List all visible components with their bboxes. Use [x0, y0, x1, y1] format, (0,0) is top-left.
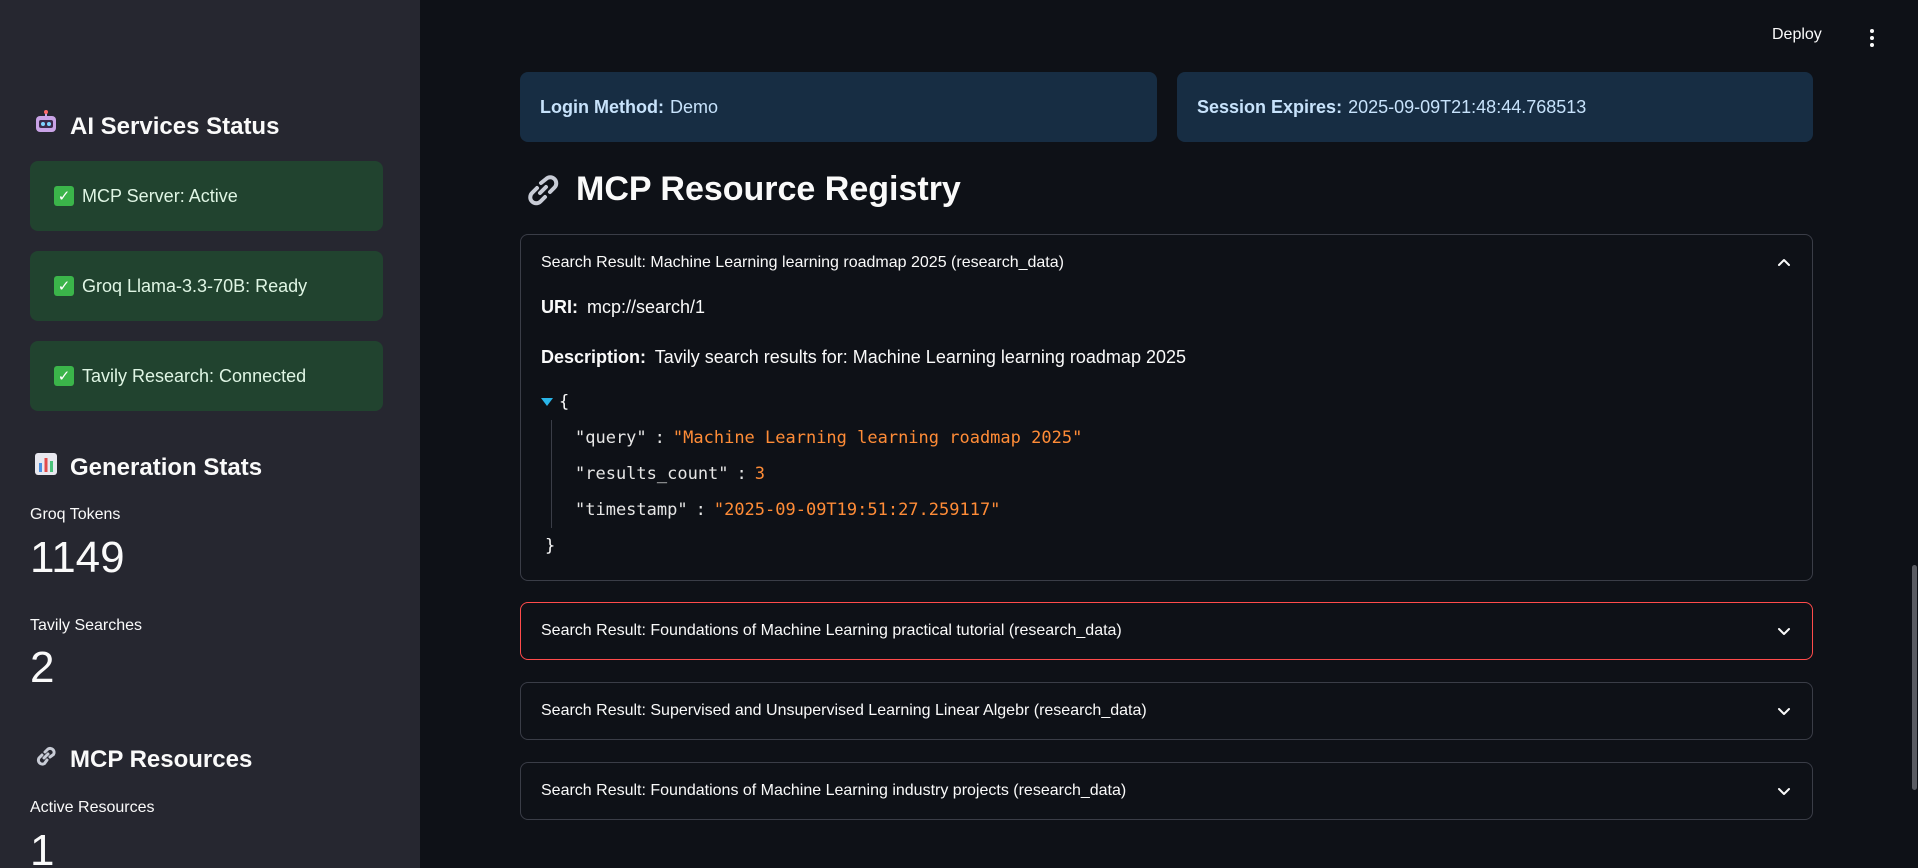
description-line: Description: Tavily search results for: … [541, 347, 1792, 368]
json-key: "timestamp" [575, 500, 688, 520]
bar-chart-icon [32, 451, 60, 484]
active-resources-value: 1 [30, 826, 55, 868]
main-scrollbar[interactable] [1912, 565, 1917, 790]
chevron-down-icon [1778, 788, 1790, 795]
expander-title: Search Result: Supervised and Unsupervis… [541, 702, 1147, 719]
json-open-row: { [541, 384, 1792, 420]
sidebar: AI Services Status ✓ MCP Server: Active … [0, 0, 420, 868]
json-row: "timestamp" : "2025-09-09T19:51:27.25911… [541, 492, 1792, 528]
description-label: Description: [541, 347, 647, 367]
groq-tokens-value: 1149 [30, 533, 125, 582]
link-icon [32, 743, 60, 776]
services-heading-text: AI Services Status [70, 112, 280, 140]
chevron-down-icon [1778, 628, 1790, 635]
check-icon: ✓ [54, 276, 74, 296]
json-close-row: } [541, 528, 1792, 564]
status-tavily: ✓ Tavily Research: Connected [30, 341, 383, 411]
json-open-brace: { [559, 392, 570, 412]
page-title: MCP Resource Registry [524, 170, 961, 209]
deploy-button[interactable]: Deploy [1772, 26, 1822, 44]
check-icon: ✓ [54, 366, 74, 386]
json-row: "results_count" : 3 [541, 456, 1792, 492]
json-key: "results_count" [575, 464, 729, 484]
expander-header[interactable]: Search Result: Foundations of Machine Le… [521, 763, 1812, 819]
tavily-searches-value: 2 [30, 643, 55, 692]
json-value: "Machine Learning learning roadmap 2025" [672, 428, 1083, 448]
json-row: "query" : "Machine Learning learning roa… [541, 420, 1792, 456]
login-method-box: Login Method: Demo [520, 72, 1157, 142]
session-expires-label: Session Expires: [1197, 96, 1343, 117]
groq-tokens-label: Groq Tokens [30, 506, 121, 523]
resource-expander-1: Search Result: Machine Learning learning… [520, 234, 1813, 581]
status-groq: ✓ Groq Llama-3.3-70B: Ready [30, 251, 383, 321]
expander-title: Search Result: Foundations of Machine Le… [541, 622, 1122, 639]
json-value: 3 [754, 464, 766, 484]
status-groq-label: Groq Llama-3.3-70B: Ready [82, 275, 308, 296]
link-icon [528, 174, 559, 205]
session-expires-value: 2025-09-09T21:48:44.768513 [1348, 96, 1587, 117]
session-expires-box: Session Expires: 2025-09-09T21:48:44.768… [1177, 72, 1813, 142]
main-menu-icon[interactable] [1862, 26, 1882, 50]
tavily-searches-label: Tavily Searches [30, 617, 143, 634]
robot-icon [32, 110, 60, 143]
json-value: "2025-09-09T19:51:27.259117" [713, 500, 1001, 520]
expander-title: Search Result: Foundations of Machine Le… [541, 782, 1127, 799]
resources-heading: MCP Resources [32, 743, 252, 776]
login-method-label: Login Method: [540, 96, 664, 117]
json-close-brace: } [545, 536, 556, 556]
json-colon: : [736, 464, 747, 484]
expander-header[interactable]: Search Result: Machine Learning learning… [521, 235, 1812, 291]
status-mcp-server-label: MCP Server: Active [82, 185, 238, 206]
resource-expander-3[interactable]: Search Result: Supervised and Unsupervis… [520, 682, 1813, 740]
check-icon: ✓ [54, 186, 74, 206]
uri-line: URI: mcp://search/1 [541, 297, 1792, 318]
status-tavily-label: Tavily Research: Connected [82, 365, 307, 386]
uri-value: mcp://search/1 [587, 297, 706, 317]
login-method-value: Demo [669, 96, 718, 117]
json-indent-guide [551, 420, 552, 528]
expander-header[interactable]: Search Result: Foundations of Machine Le… [521, 603, 1812, 659]
json-viewer: { "query" : "Machine Learning learning r… [541, 384, 1792, 564]
expander-title: Search Result: Machine Learning learning… [541, 254, 1064, 271]
stats-heading-text: Generation Stats [70, 453, 263, 481]
resources-heading-text: MCP Resources [70, 745, 253, 773]
page-title-text: MCP Resource Registry [576, 170, 961, 208]
chevron-down-icon [1778, 708, 1790, 715]
json-colon: : [695, 500, 706, 520]
collapse-triangle-icon[interactable] [541, 398, 553, 406]
resource-expander-2[interactable]: Search Result: Foundations of Machine Le… [520, 602, 1813, 660]
json-key: "query" [575, 428, 647, 448]
app-root: AI Services Status ✓ MCP Server: Active … [0, 0, 1918, 868]
description-value: Tavily search results for: Machine Learn… [654, 347, 1186, 367]
resource-expander-4[interactable]: Search Result: Foundations of Machine Le… [520, 762, 1813, 820]
json-colon: : [654, 428, 665, 448]
chevron-up-icon [1778, 259, 1790, 266]
status-mcp-server: ✓ MCP Server: Active [30, 161, 383, 231]
stats-heading: Generation Stats [32, 451, 262, 484]
expander-body: URI: mcp://search/1 Description: Tavily … [521, 297, 1812, 564]
services-heading: AI Services Status [32, 110, 279, 143]
active-resources-label: Active Resources [30, 799, 155, 816]
uri-label: URI: [541, 297, 578, 317]
expander-header[interactable]: Search Result: Supervised and Unsupervis… [521, 683, 1812, 739]
